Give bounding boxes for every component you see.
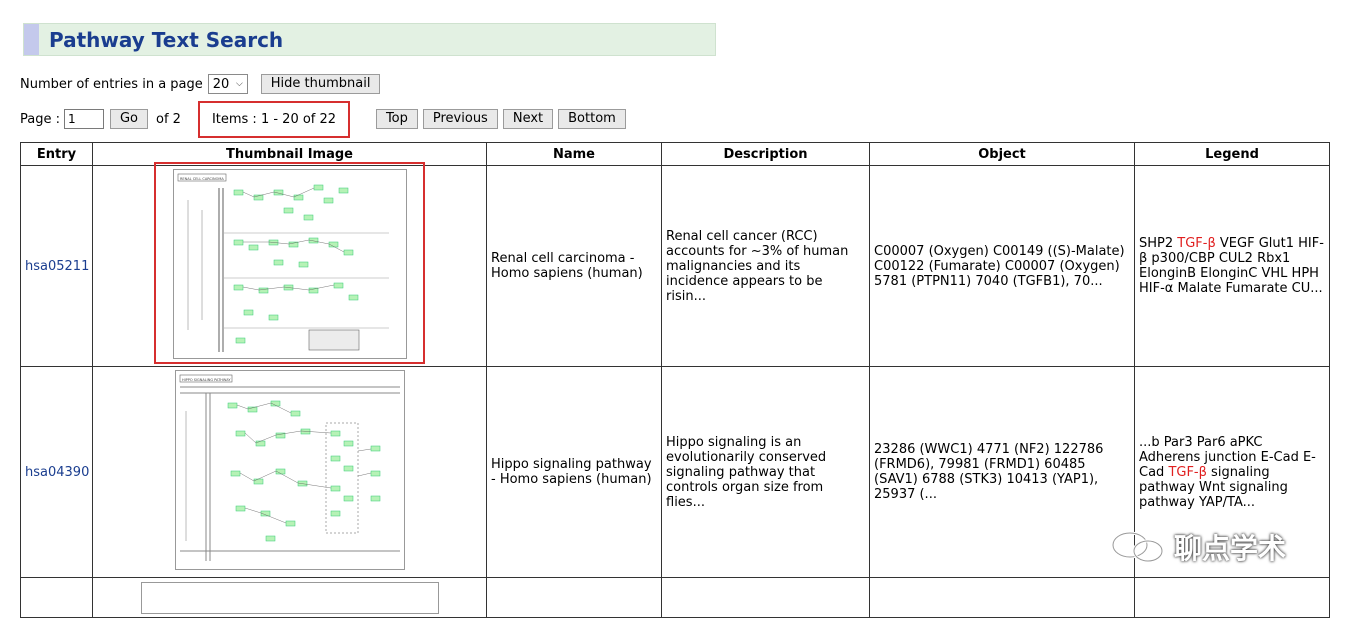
title-accent bbox=[24, 24, 39, 55]
entries-select-value: 20 bbox=[212, 76, 230, 92]
thumbnail-wrapper: RENAL CELL CARCINOMA bbox=[153, 162, 425, 364]
page-label: Page : bbox=[20, 111, 60, 127]
legend-highlight: TGF-β bbox=[1168, 464, 1207, 480]
object-cell bbox=[869, 577, 1135, 618]
chat-bubbles-icon bbox=[1111, 531, 1164, 563]
items-range: Items : 1 - 20 of 22 bbox=[211, 112, 337, 127]
description-cell: Renal cell cancer (RCC) accounts for ~3%… bbox=[661, 165, 870, 367]
name-cell: Hippo signaling pathway - Homo sapiens (… bbox=[486, 366, 662, 578]
legend-highlight: TGF-β bbox=[1177, 236, 1216, 251]
page-title: Pathway Text Search bbox=[49, 28, 284, 52]
entry-link[interactable]: hsa05211 bbox=[25, 259, 89, 274]
description-cell: Hippo signaling is an evolutionarily con… bbox=[661, 366, 870, 578]
header-description: Description bbox=[661, 142, 870, 166]
description-cell bbox=[661, 577, 870, 618]
next-button[interactable]: Next bbox=[502, 109, 554, 129]
entries-select[interactable]: 20 ⌵ bbox=[207, 74, 248, 94]
watermark-text: 聊点学术 bbox=[1174, 532, 1287, 565]
object-cell: 23286 (WWC1) 4771 (NF2) 122786 (FRMD6), … bbox=[869, 366, 1135, 578]
thumbnail-cell: HIPPO SIGNALING PATHWAY bbox=[92, 366, 487, 578]
thumbnail-cell: RENAL CELL CARCINOMA bbox=[92, 162, 487, 367]
go-button[interactable]: Go bbox=[109, 109, 149, 129]
header-legend: Legend bbox=[1134, 142, 1330, 166]
page-number-input[interactable] bbox=[63, 109, 104, 129]
legend-cell: SHP2 TGF-β VEGF Glut1 HIF-β p300/CBP CUL… bbox=[1134, 165, 1330, 367]
header-object: Object bbox=[869, 142, 1135, 166]
legend-cell bbox=[1134, 577, 1330, 618]
table-row: hsa05211 RENAL CELL CARCINOMA Renal cell… bbox=[20, 162, 1330, 367]
entries-row: Number of entries in a page 20 ⌵ Hide th… bbox=[20, 74, 381, 94]
table-row bbox=[20, 577, 1330, 618]
name-cell bbox=[486, 577, 662, 618]
header-name: Name bbox=[486, 142, 662, 166]
thumbnail-title: HIPPO SIGNALING PATHWAY bbox=[182, 378, 231, 382]
watermark: 聊点学术 bbox=[1110, 527, 1286, 567]
chevron-down-icon: ⌵ bbox=[235, 79, 243, 89]
thumbnail-cell bbox=[92, 577, 487, 618]
pathway-thumbnail-image[interactable] bbox=[140, 582, 439, 614]
top-button[interactable]: Top bbox=[375, 109, 418, 129]
entry-link[interactable]: hsa04390 bbox=[25, 465, 89, 480]
header-entry: Entry bbox=[20, 142, 93, 166]
entry-cell: hsa05211 bbox=[20, 165, 93, 367]
entries-label: Number of entries in a page bbox=[20, 76, 203, 92]
previous-button[interactable]: Previous bbox=[422, 109, 498, 129]
entry-cell bbox=[20, 577, 93, 618]
hide-thumbnail-button[interactable]: Hide thumbnail bbox=[260, 74, 381, 94]
page-title-bar: Pathway Text Search bbox=[23, 23, 716, 56]
pathway-thumbnail-image[interactable]: HIPPO SIGNALING PATHWAY bbox=[174, 370, 405, 570]
name-cell: Renal cell carcinoma - Homo sapiens (hum… bbox=[486, 165, 662, 367]
legend-text: SHP2 bbox=[1139, 236, 1178, 251]
bottom-button[interactable]: Bottom bbox=[558, 109, 626, 129]
items-range-highlight: Items : 1 - 20 of 22 bbox=[198, 101, 350, 138]
object-cell: C00007 (Oxygen) C00149 ((S)-Malate) C001… bbox=[869, 165, 1135, 367]
page-total: of 2 bbox=[156, 111, 181, 127]
thumbnail-highlight bbox=[153, 162, 425, 364]
entry-cell: hsa04390 bbox=[20, 366, 93, 578]
